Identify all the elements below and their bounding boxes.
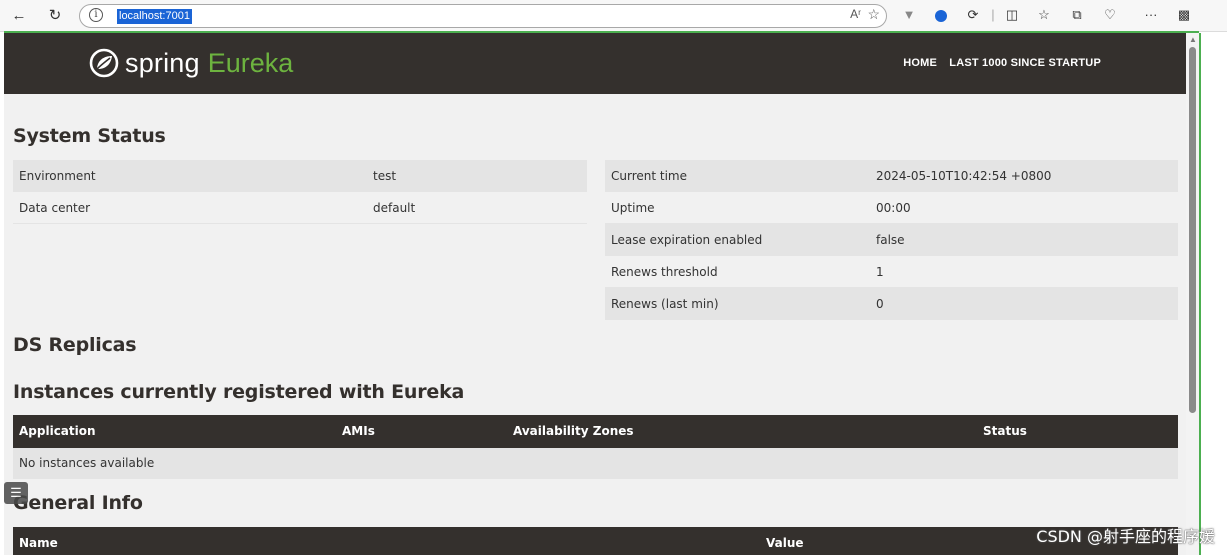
row-key: Data center <box>19 201 91 215</box>
collections-icon[interactable]: ⧉ <box>1068 6 1086 24</box>
nav-links: HOME LAST 1000 SINCE STARTUP <box>894 57 1101 69</box>
extension-v-icon[interactable]: ▼ <box>900 6 918 24</box>
scroll-up-arrow-icon[interactable]: ▲ <box>1189 35 1197 44</box>
row-value: default <box>373 201 416 215</box>
read-aloud-icon[interactable]: Aʳ <box>850 7 861 21</box>
row-value: false <box>876 233 905 247</box>
row-value: 2024-05-10T10:42:54 +0800 <box>876 169 1052 183</box>
refresh-icon[interactable]: ↻ <box>44 5 66 27</box>
nav-link-last-1000[interactable]: LAST 1000 SINCE STARTUP <box>949 57 1101 69</box>
back-icon[interactable]: ← <box>8 5 30 27</box>
page-right-edge <box>1199 33 1201 555</box>
column-header-availability-zones: Availability Zones <box>513 424 634 438</box>
column-header-status: Status <box>983 424 1027 438</box>
sidebar-toggle-icon[interactable]: ▩ <box>1175 6 1193 24</box>
url-text[interactable]: localhost:7001 <box>117 9 192 24</box>
table-row: Current time 2024-05-10T10:42:54 +0800 <box>605 160 1178 192</box>
more-menu-icon[interactable]: ··· <box>1142 6 1160 24</box>
table-row: Uptime 00:00 <box>605 192 1178 224</box>
address-bar[interactable]: i localhost:7001 Aʳ ☆ <box>79 4 887 28</box>
scrollbar-thumb[interactable] <box>1189 47 1196 413</box>
general-info-table-header: Name Value <box>13 527 1178 555</box>
toolbar-divider: | <box>991 7 995 22</box>
favorites-icon[interactable]: ☆ <box>1035 6 1053 24</box>
brand-eureka-text: Eureka <box>207 47 294 78</box>
row-value: 00:00 <box>876 201 911 215</box>
table-row: Lease expiration enabled false <box>605 224 1178 256</box>
split-screen-icon[interactable]: ◫ <box>1003 6 1021 24</box>
row-key: Renews (last min) <box>611 297 719 311</box>
table-row: Renews (last min) 0 <box>605 288 1178 320</box>
browser-toolbar: ← ↻ i localhost:7001 Aʳ ☆ ▼ ⟳ | ◫ ☆ ⧉ ♡ … <box>0 0 1227 32</box>
system-status-right-table: Current time 2024-05-10T10:42:54 +0800 U… <box>605 160 1178 320</box>
eureka-page: spring Eureka HOME LAST 1000 SINCE START… <box>4 33 1199 555</box>
spring-leaf-icon <box>89 48 119 78</box>
row-key: Environment <box>19 169 96 183</box>
eureka-navbar: spring Eureka HOME LAST 1000 SINCE START… <box>4 33 1186 94</box>
row-key: Renews threshold <box>611 265 718 279</box>
column-header-application: Application <box>19 424 96 438</box>
instances-table-header: Application AMIs Availability Zones Stat… <box>13 415 1178 448</box>
row-key: Current time <box>611 169 687 183</box>
table-row: Environment test <box>13 160 587 192</box>
favorite-star-icon[interactable]: ☆ <box>867 6 880 23</box>
brand-spring-text: spring <box>125 47 200 78</box>
general-info-title: General Info <box>13 492 143 514</box>
instances-table: Application AMIs Availability Zones Stat… <box>13 415 1178 479</box>
nav-link-home[interactable]: HOME <box>903 57 937 69</box>
extension-blue-icon[interactable] <box>932 6 950 24</box>
column-header-value: Value <box>766 536 804 550</box>
empty-row: No instances available <box>13 448 1178 479</box>
table-row: Data center default <box>13 192 587 224</box>
site-info-icon[interactable]: i <box>89 8 103 22</box>
list-menu-icon[interactable]: ☰ <box>4 482 28 504</box>
column-header-amis: AMIs <box>342 424 375 438</box>
row-value: 1 <box>876 265 884 279</box>
row-value: 0 <box>876 297 884 311</box>
system-status-left-table: Environment test Data center default <box>13 160 587 224</box>
extension-puzzle-icon[interactable]: ⟳ <box>964 6 982 24</box>
column-header-name: Name <box>19 536 58 550</box>
main-content: System Status Environment test Data cent… <box>4 94 1186 555</box>
row-value: test <box>373 169 397 183</box>
watermark-text: CSDN @射手座的程序媛 <box>1036 527 1215 546</box>
ds-replicas-title: DS Replicas <box>13 334 137 356</box>
row-key: Lease expiration enabled <box>611 233 763 247</box>
table-row: Renews threshold 1 <box>605 256 1178 288</box>
general-info-table: Name Value <box>13 527 1178 555</box>
spring-eureka-logo[interactable]: spring Eureka <box>89 45 293 81</box>
row-key: Uptime <box>611 201 655 215</box>
vertical-scrollbar[interactable]: ▲ <box>1186 33 1199 555</box>
system-status-title: System Status <box>13 125 166 147</box>
browser-essentials-icon[interactable]: ♡ <box>1101 6 1119 24</box>
instances-title: Instances currently registered with Eure… <box>13 381 465 403</box>
